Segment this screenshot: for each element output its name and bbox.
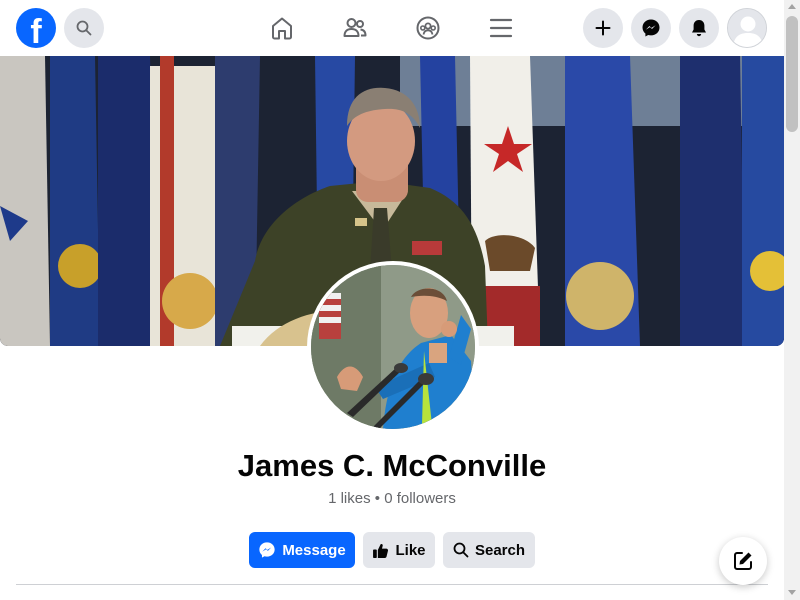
message-button-label: Message bbox=[282, 541, 346, 559]
search-button[interactable] bbox=[64, 8, 104, 48]
profile-name: James C. McConville bbox=[237, 448, 547, 483]
profile-stats: 1 likes • 0 followers bbox=[328, 490, 456, 507]
scroll-down-arrow-icon[interactable] bbox=[788, 590, 796, 595]
plus-icon bbox=[595, 20, 611, 36]
bell-icon bbox=[692, 20, 706, 37]
friends-nav-button[interactable] bbox=[339, 12, 371, 44]
groups-icon bbox=[416, 16, 440, 40]
default-avatar-icon bbox=[728, 9, 766, 47]
messenger-button[interactable] bbox=[631, 8, 671, 48]
compose-icon bbox=[734, 552, 752, 570]
menu-nav-button[interactable] bbox=[485, 12, 517, 44]
menu-icon bbox=[489, 18, 513, 38]
friends-icon bbox=[343, 18, 367, 37]
message-button[interactable]: Message bbox=[249, 532, 355, 568]
page-scrollbar[interactable] bbox=[784, 0, 800, 600]
like-button-label: Like bbox=[395, 541, 426, 559]
scrollbar-thumb[interactable] bbox=[786, 16, 798, 132]
search-icon bbox=[76, 20, 92, 36]
search-button-label: Search bbox=[474, 541, 526, 559]
top-navigation-bar: f bbox=[0, 0, 784, 56]
account-avatar[interactable] bbox=[727, 8, 767, 48]
facebook-logo-icon[interactable]: f bbox=[16, 8, 56, 51]
messenger-icon bbox=[259, 542, 275, 558]
profile-picture-image bbox=[311, 265, 475, 429]
notifications-button[interactable] bbox=[679, 8, 719, 48]
groups-nav-button[interactable] bbox=[412, 12, 444, 44]
create-button[interactable] bbox=[583, 8, 623, 48]
scroll-up-arrow-icon[interactable] bbox=[788, 4, 796, 9]
home-icon bbox=[272, 17, 292, 40]
home-nav-button[interactable] bbox=[266, 12, 298, 44]
thumbs-up-icon bbox=[373, 543, 389, 558]
profile-picture[interactable] bbox=[307, 261, 479, 433]
like-button[interactable]: Like bbox=[363, 532, 435, 568]
section-divider bbox=[16, 584, 768, 585]
new-message-button[interactable] bbox=[719, 537, 767, 585]
facebook-logo-letter: f bbox=[30, 13, 42, 51]
messenger-icon bbox=[642, 19, 660, 37]
profile-search-button[interactable]: Search bbox=[443, 532, 535, 568]
search-icon bbox=[453, 542, 469, 558]
